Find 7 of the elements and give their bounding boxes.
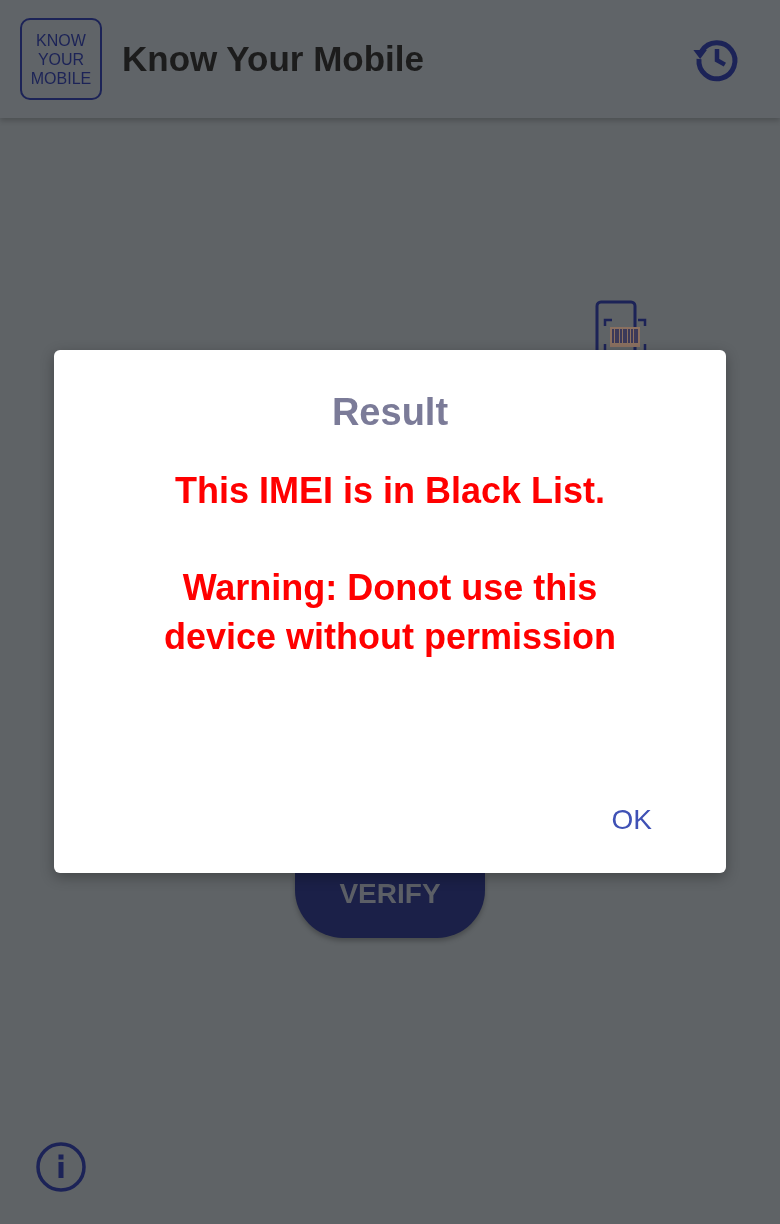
app-title: Know Your Mobile	[122, 37, 425, 80]
warning-message: Warning: Donot use this device without permission	[162, 565, 618, 659]
info-icon[interactable]	[36, 1142, 86, 1192]
app-logo: KNOW YOUR MOBILE	[20, 18, 102, 100]
dialog-title: Result	[330, 390, 450, 435]
warning-message: This IMEI is in Black List.	[174, 468, 606, 513]
ok-button[interactable]: OK	[603, 795, 660, 845]
